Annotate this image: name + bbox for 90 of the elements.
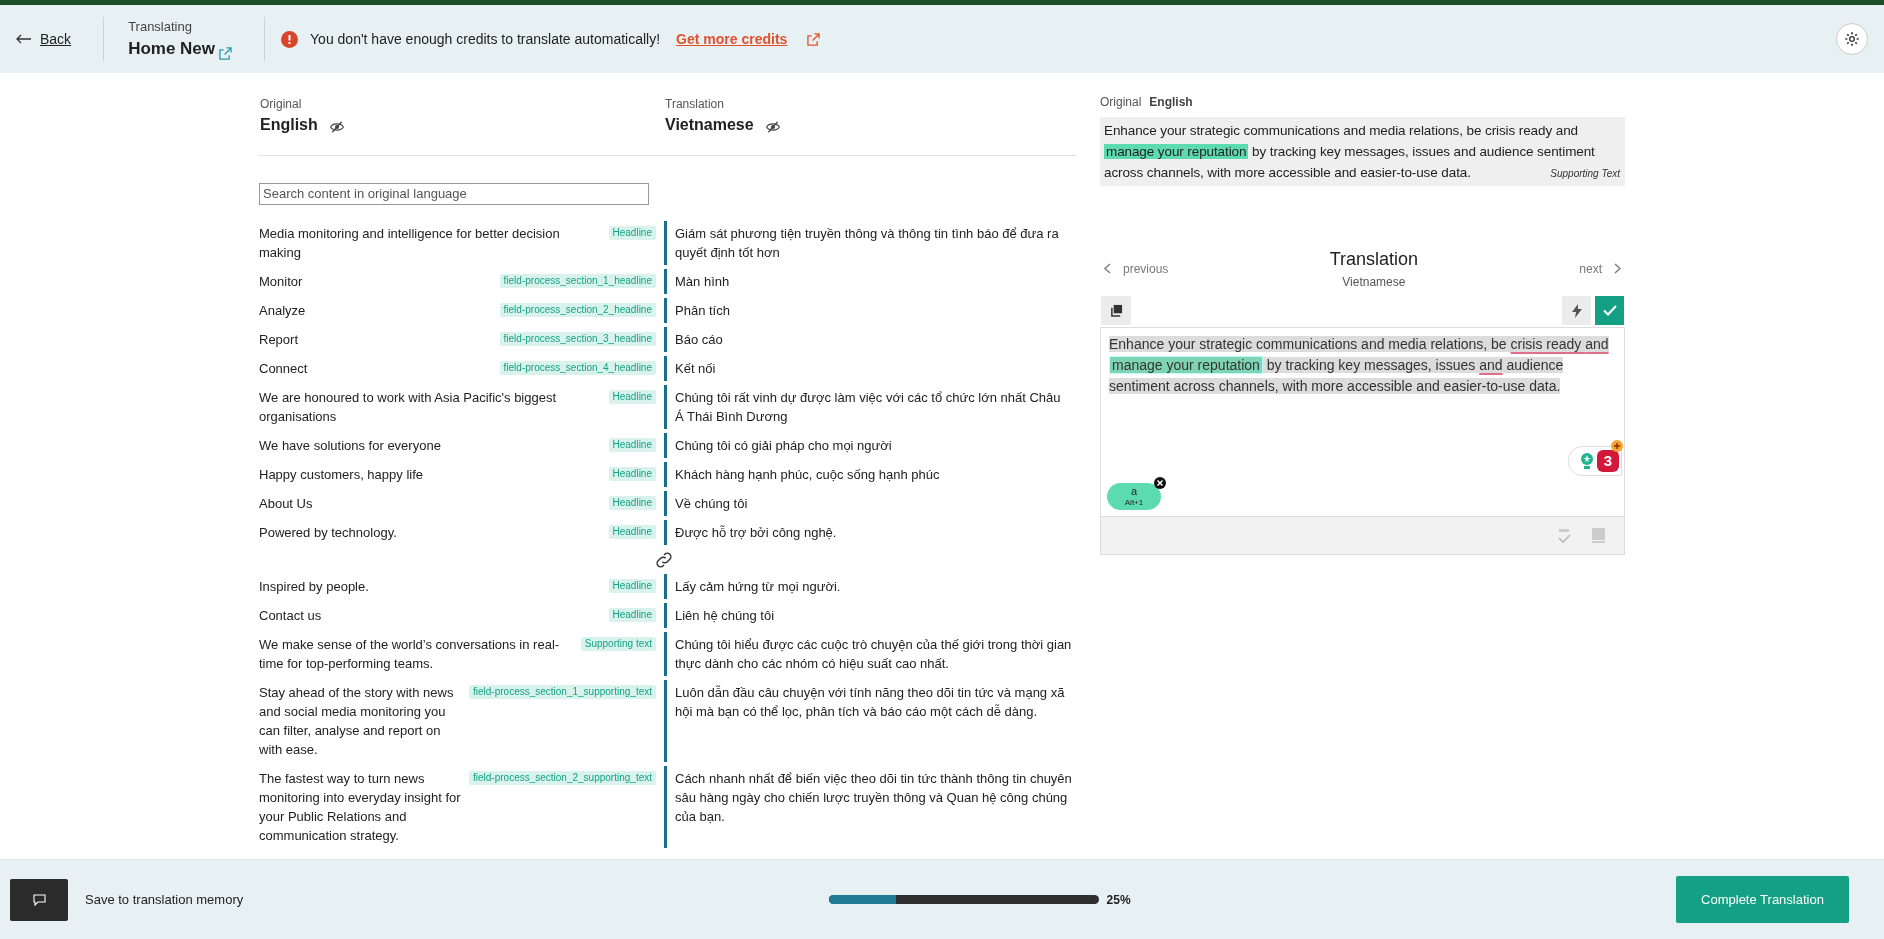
lightbulb-icon [1580,452,1594,470]
alert-icon [281,30,299,48]
copy-icon [1109,304,1123,317]
segment-type-label: Supporting Text [1550,167,1620,181]
document-title: Home New [128,38,216,60]
back-link[interactable]: Back [16,28,96,50]
hidden-eye-icon[interactable] [765,121,780,133]
field-tag: Headline [608,579,656,593]
field-tag: Headline [608,226,656,240]
context-label: Translating [128,17,193,36]
source-text[interactable]: Connect [259,359,308,378]
external-link-icon[interactable] [807,32,821,46]
machine-translate-button[interactable] [1562,296,1591,325]
credits-warning: You don't have enough credits to translate automatically! [310,29,661,49]
source-text[interactable]: We make sense of the world’s conversations in real-time for top-performing teams. [259,635,573,673]
field-tag: field-process_section_1_headline [499,274,656,288]
source-text[interactable]: We are honoured to work with Asia Pacific's biggest organisations [259,388,601,426]
translation-text[interactable]: Kết nối [667,354,1076,383]
comment-button[interactable] [10,878,68,921]
confirm-button[interactable] [1595,296,1624,325]
source-text[interactable]: Contact us [259,606,322,625]
placeholder-token[interactable]: a Alt+1 [1107,483,1161,510]
chevron-right-icon [1614,263,1621,274]
source-text[interactable]: The fastest way to turn news monitoring into everyday insight for your Public Relations and communication strategy. [259,769,461,845]
copy-source-button[interactable] [1101,296,1131,325]
checkmark-icon [1602,305,1617,316]
translation-text[interactable]: Được hỗ trợ bởi công nghệ. [667,518,1076,547]
translation-label: Translation [665,96,725,113]
assistant-widget[interactable]: 3 [1568,446,1622,476]
translation-text[interactable]: Màn hình [667,267,1076,296]
spellcheck-icon[interactable] [1557,527,1571,544]
field-tag: field-process_section_4_headline [499,361,656,375]
next-link[interactable]: next [1579,259,1621,278]
field-tag: field-process_section_1_supporting_text [469,685,656,699]
source-text[interactable]: Stay ahead of the story with news and social media monitoring you can filter, analyse and report on with ease. [259,683,461,759]
translation-text[interactable]: Luôn dẫn đầu câu chuyện với tính năng theo dõi tin tức và mạng xã hội mà bạn có thể lọc, phân tích và báo cáo một cách dễ dàng. [667,678,1076,764]
source-text[interactable]: Media monitoring and intelligence for better decision making [259,224,601,262]
field-tag: field-process_section_2_supporting_text [469,771,656,785]
settings-icon [1844,31,1860,47]
source-text[interactable]: Analyze [259,301,306,320]
source-text[interactable]: Report [259,330,299,349]
translation-text[interactable]: Chúng tôi rất vinh dự được làm việc với các tổ chức lớn nhất Châu Á Thái Bình Dương [667,383,1076,431]
original-language: English [1149,94,1193,111]
translation-text[interactable]: Báo cáo [667,325,1076,354]
source-text[interactable]: Monitor [259,272,303,291]
source-text[interactable]: About Us [259,494,313,513]
hidden-eye-icon[interactable] [329,121,344,133]
translation-text[interactable]: Chúng tôi hiểu được các cuộc trò chuyện của thế giới trong thời gian thực dành cho các nhóm có hiệu suất cao nhất. [667,630,1076,678]
translation-language: Vietnamese [665,115,754,135]
original-label: Original [260,96,303,113]
previous-link[interactable]: previous [1104,259,1169,278]
translation-text[interactable]: Khách hàng hạnh phúc, cuộc sống hạnh phúc [667,460,1076,489]
source-text[interactable]: Inspired by people. [259,577,369,596]
original-label: Original [1100,94,1142,111]
source-text[interactable]: Happy customers, happy life [259,465,424,484]
field-tag: Headline [608,467,656,481]
issue-count-badge: 3 [1597,450,1619,472]
translation-text[interactable]: Lấy cảm hứng từ mọi người. [667,572,1076,601]
translation-text[interactable]: Chúng tôi có giải pháp cho mọi người [667,431,1076,460]
translation-text[interactable]: Cách nhanh nhất để biến việc theo dõi tin tức thành thông tin chuyên sâu hàng ngày cho chiến lược truyền thông và Quan hệ công chúng của bạn. [667,764,1076,850]
field-tag: Headline [608,496,656,510]
field-tag: Headline [608,390,656,404]
translation-text[interactable]: Liên hệ chúng tôi [667,601,1076,630]
translation-text[interactable]: Giám sát phương tiện truyền thông và thông tin tình báo để đưa ra quyết định tốt hơn [667,219,1076,267]
external-link-icon[interactable] [219,46,233,60]
lightning-icon [1571,303,1582,318]
settings-button[interactable] [1836,23,1868,55]
progress-reading: 25% [1106,891,1131,909]
original-language: English [260,115,318,135]
translation-text[interactable]: Phân tích [667,296,1076,325]
link-icon[interactable] [654,549,674,570]
plus-icon[interactable] [1611,440,1623,452]
field-tag: Supporting text [580,637,656,651]
translation-text[interactable]: Về chúng tôi [667,489,1076,518]
comment-icon [32,893,46,906]
search-field[interactable]: Search content in original language [259,182,649,205]
field-tag: field-process_section_3_headline [499,332,656,346]
field-tag: Headline [608,438,656,452]
editor-title: Translation [1329,248,1418,271]
arrow-left-icon [16,34,32,44]
field-tag: Headline [608,525,656,539]
field-tag: field-process_section_2_headline [499,303,656,317]
close-icon[interactable] [1154,477,1166,489]
source-text[interactable]: Powered by technology. [259,523,397,542]
source-text[interactable]: We have solutions for everyone [259,436,441,455]
chevron-left-icon [1104,263,1111,274]
translation-editor[interactable] [1100,327,1625,555]
editor-language: Vietnamese [1342,274,1406,291]
save-memory-label[interactable]: Save to translation memory [85,889,244,910]
field-tag: Headline [608,608,656,622]
